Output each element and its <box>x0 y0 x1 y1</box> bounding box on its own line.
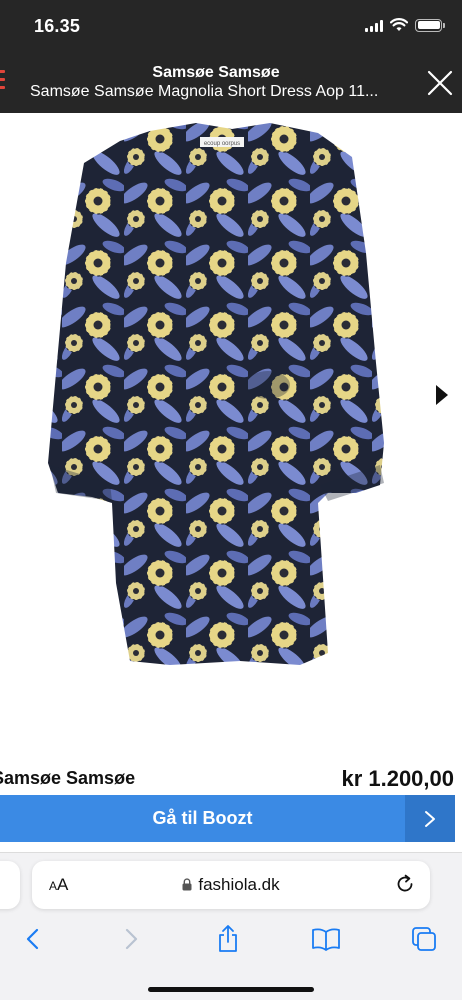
tabs-icon[interactable] <box>406 921 442 957</box>
garment-label: ecoup oorpus <box>204 141 240 147</box>
go-to-shop-label: Gå til Boozt <box>152 808 253 828</box>
previous-tab-preview[interactable] <box>0 861 20 909</box>
reload-icon[interactable] <box>394 873 416 895</box>
address-bar[interactable]: AA fashiola.dk <box>32 861 430 909</box>
price: kr 1.200,00 <box>341 766 454 791</box>
screen: 16.35 Samsøe Samsøe Samsøe Samsøe Magnol… <box>0 0 462 1000</box>
modal-title: Samsøe Samsøe <box>152 64 280 81</box>
url-display[interactable]: fashiola.dk <box>32 875 430 895</box>
battery-icon <box>415 18 445 32</box>
close-icon[interactable] <box>427 70 453 96</box>
product-title: Samsøe Samsøe Magnolia Short Dress Aop 1… <box>30 83 379 100</box>
chevron-right-icon[interactable] <box>405 795 455 842</box>
home-indicator <box>148 987 314 992</box>
status-time: 16.35 <box>34 16 81 36</box>
product-image[interactable]: ecoup oorpus <box>0 113 462 723</box>
lock-icon <box>182 878 192 891</box>
back-icon[interactable] <box>14 921 50 957</box>
modal-header: 16.35 Samsøe Samsøe Samsøe Samsøe Magnol… <box>0 0 462 113</box>
brand-name: Samsøe Samsøe <box>0 768 136 788</box>
dress-image: ecoup oorpus <box>48 123 384 665</box>
cellular-signal-icon <box>365 19 383 32</box>
browser-bottom-bar: AA fashiola.dk <box>0 852 462 1000</box>
url-text: fashiola.dk <box>198 875 280 894</box>
next-image-arrow-icon[interactable] <box>436 385 448 405</box>
browser-toolbar <box>0 921 462 957</box>
status-icons <box>365 18 445 32</box>
share-icon[interactable] <box>210 921 246 957</box>
go-to-shop-button[interactable]: Gå til Boozt <box>0 795 455 842</box>
forward-icon[interactable] <box>114 921 150 957</box>
wifi-icon <box>390 18 408 31</box>
bookmarks-icon[interactable] <box>308 921 344 957</box>
